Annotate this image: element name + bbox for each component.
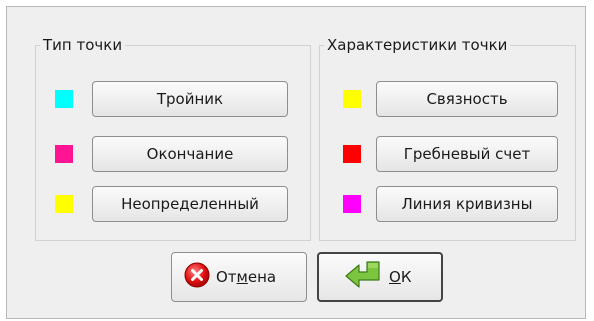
ridge-count-button[interactable]: Гребневый счет [376, 136, 558, 172]
cancel-circle-icon [184, 262, 210, 292]
point-type-row: Тройник [36, 81, 310, 117]
ok-label: ОК [389, 268, 412, 286]
color-swatch [55, 195, 73, 213]
cancel-label: Отмена [216, 268, 277, 286]
color-swatch [343, 145, 361, 163]
undefined-button[interactable]: Неопределенный [92, 186, 288, 222]
point-properties-row: Связность [320, 81, 575, 117]
point-properties-title: Характеристики точки [324, 35, 511, 55]
point-properties-group: Характеристики точки Связность Гребневый… [319, 35, 576, 241]
trijunction-button[interactable]: Тройник [92, 81, 288, 117]
ok-button[interactable]: ОК [317, 252, 443, 302]
dialog: Тип точки Тройник Окончание Неопределенн… [6, 6, 586, 319]
point-type-title: Тип точки [40, 35, 126, 55]
point-properties-row: Гребневый счет [320, 136, 575, 172]
color-swatch [55, 90, 73, 108]
green-return-arrow-icon [343, 260, 385, 294]
point-type-group: Тип точки Тройник Окончание Неопределенн… [35, 35, 311, 241]
cancel-button[interactable]: Отмена [171, 252, 307, 302]
color-swatch [55, 145, 73, 163]
point-type-row: Неопределенный [36, 186, 310, 222]
color-swatch [343, 195, 361, 213]
point-properties-row: Линия кривизны [320, 186, 575, 222]
connectivity-button[interactable]: Связность [376, 81, 558, 117]
ending-button[interactable]: Окончание [92, 136, 288, 172]
point-type-row: Окончание [36, 136, 310, 172]
curvature-line-button[interactable]: Линия кривизны [376, 186, 558, 222]
color-swatch [343, 90, 361, 108]
